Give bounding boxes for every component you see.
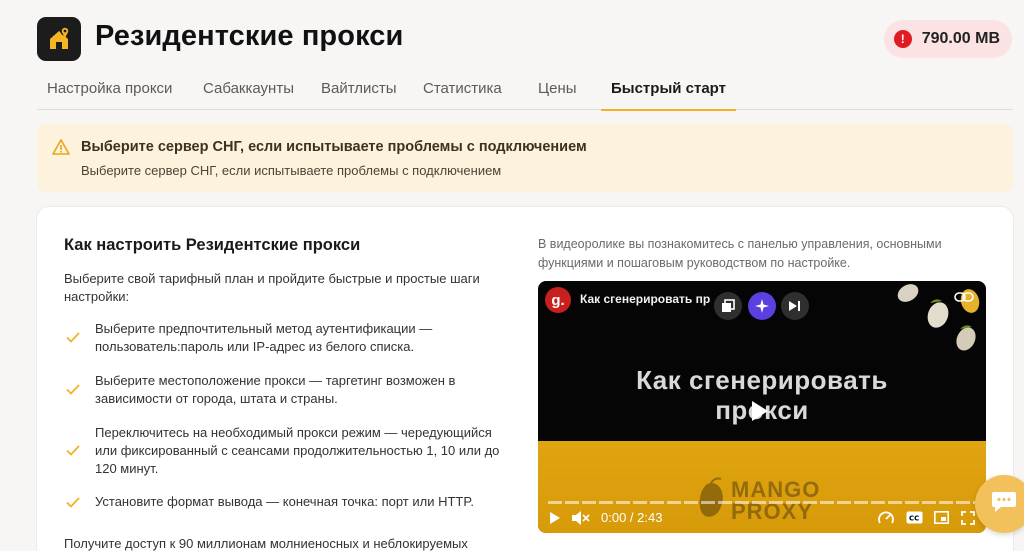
page-header: Резидентские прокси ! 790.00 MB (37, 16, 1012, 62)
video-time: 0:00 / 2:43 (601, 510, 663, 525)
quick-start-card: Как настроить Резидентские прокси Выбери… (37, 207, 1013, 551)
chat-icon (991, 491, 1017, 518)
guide-intro: Выберите свой тарифный план и пройдите б… (64, 271, 480, 304)
watermark-line-1: MANGO (731, 477, 821, 502)
video-description: В видеоролике вы познакомитесь с панелью… (538, 237, 942, 270)
check-icon (66, 382, 80, 400)
skip-icon[interactable] (781, 292, 809, 320)
tab-proxy-settings[interactable]: Настройка прокси (47, 70, 172, 110)
step-text: Выберите предпочтительный метод аутентиф… (95, 321, 433, 354)
check-icon (66, 495, 80, 513)
volume-icon[interactable] (571, 511, 591, 530)
play-icon[interactable] (750, 399, 770, 428)
step-text: Выберите местоположение прокси — таргети… (95, 373, 456, 406)
tab-bar: Настройка прокси Сабаккаунты Вайтлисты С… (37, 70, 1013, 111)
tab-subaccounts[interactable]: Сабаккаунты (203, 70, 294, 110)
warning-title: Выберите сервер СНГ, если испытываете пр… (81, 139, 587, 155)
copy-icon[interactable] (714, 292, 742, 320)
video-controls: 0:00 / 2:43 CC (538, 507, 986, 533)
step-text: Переключитесь на необходимый прокси режи… (95, 425, 500, 476)
chat-button[interactable] (975, 475, 1024, 533)
step-text: Установите формат вывода — конечная точк… (95, 494, 474, 509)
guide-footer: Получите доступ к 90 миллионам молниенос… (64, 536, 468, 551)
settings-icon[interactable] (878, 511, 894, 530)
link-icon[interactable] (954, 290, 974, 308)
play-button-icon[interactable] (549, 511, 561, 530)
check-icon (66, 443, 80, 461)
check-icon (66, 330, 80, 348)
video-player[interactable]: g. Как сгенерировать пр Как сгенерироват… (538, 281, 986, 533)
video-progress-bar[interactable] (548, 501, 976, 504)
svg-text:CC: CC (909, 515, 919, 523)
tab-statistics[interactable]: Статистика (423, 70, 502, 110)
tab-whitelists[interactable]: Вайтлисты (321, 70, 397, 110)
guide-title: Как настроить Резидентские прокси (64, 236, 361, 254)
balance-badge[interactable]: ! 790.00 MB (883, 20, 1012, 58)
tab-quick-start[interactable]: Быстрый старт (601, 70, 736, 111)
tab-prices[interactable]: Цены (538, 70, 577, 110)
home-location-icon (37, 17, 81, 61)
video-title[interactable]: Как сгенерировать пр (580, 292, 710, 306)
warning-banner: Выберите сервер СНГ, если испытываете пр… (37, 124, 1013, 192)
miniplayer-icon[interactable] (934, 511, 949, 529)
fullscreen-icon[interactable] (961, 511, 975, 530)
page-title: Резидентские прокси (95, 20, 404, 52)
warning-icon (52, 139, 70, 160)
balance-value: 790.00 MB (921, 30, 1000, 47)
alert-icon: ! (893, 30, 912, 48)
video-headline: Как сгенерировать (636, 365, 888, 395)
channel-logo[interactable]: g. (545, 287, 571, 313)
captions-icon[interactable]: CC (906, 511, 923, 529)
sparkle-icon[interactable] (748, 292, 776, 320)
warning-subtitle: Выберите сервер СНГ, если испытываете пр… (81, 163, 502, 178)
